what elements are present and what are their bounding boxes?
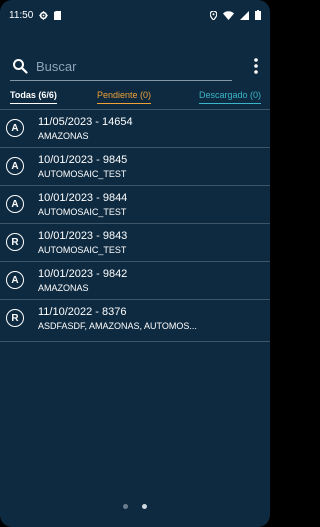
item-subtitle: AUTOMOSAIC_TEST (38, 207, 127, 217)
status-time: 11:50 (9, 9, 34, 21)
list-item[interactable]: A 10/01/2023 - 9844 AUTOMOSAIC_TEST (0, 185, 270, 223)
item-title: 10/01/2023 - 9843 (38, 230, 128, 242)
status-badge: A (6, 271, 24, 289)
status-badge: A (6, 119, 24, 137)
page-dot-1[interactable] (123, 504, 128, 509)
item-title: 11/10/2022 - 8376 (38, 306, 127, 318)
app-screen: 11:50 Buscar Todas (6/6) Pendiente (0) D… (0, 0, 270, 527)
wifi-icon (223, 10, 234, 20)
item-subtitle: AUTOMOSAIC_TEST (38, 245, 127, 255)
location-icon (210, 10, 217, 20)
item-subtitle: ASDFASDF, AMAZONAS, AUTOMOS... (38, 321, 197, 331)
list-item[interactable]: R 11/10/2022 - 8376 ASDFASDF, AMAZONAS, … (0, 299, 270, 342)
list-item[interactable]: A 10/01/2023 - 9845 AUTOMOSAIC_TEST (0, 147, 270, 185)
search-bar[interactable]: Buscar (10, 54, 260, 78)
status-badge: R (6, 233, 24, 251)
filter-tabs: Todas (6/6) Pendiente (0) Descargado (0) (0, 90, 270, 106)
item-title: 10/01/2023 - 9842 (38, 268, 128, 280)
tab-pending[interactable]: Pendiente (0) (97, 90, 152, 104)
item-title: 11/05/2023 - 14654 (38, 116, 133, 128)
item-subtitle: AMAZONAS (38, 283, 89, 293)
status-bar-right (210, 10, 261, 20)
list-item[interactable]: R 10/01/2023 - 9843 AUTOMOSAIC_TEST (0, 223, 270, 261)
item-title: 10/01/2023 - 9844 (38, 192, 128, 204)
signal-icon (240, 10, 249, 20)
more-vert-icon[interactable] (252, 57, 260, 75)
status-badge: A (6, 195, 24, 213)
item-subtitle: AUTOMOSAIC_TEST (38, 169, 127, 179)
page-dot-2[interactable] (142, 504, 147, 509)
page-indicator (0, 504, 270, 509)
list-item[interactable]: A 10/01/2023 - 9842 AMAZONAS (0, 261, 270, 299)
tab-downloaded[interactable]: Descargado (0) (198, 90, 261, 104)
search-underline (10, 80, 232, 81)
status-bar: 11:50 (0, 0, 270, 30)
status-badge: R (6, 309, 24, 327)
search-input[interactable]: Buscar (36, 59, 246, 74)
list-item[interactable]: A 11/05/2023 - 14654 AMAZONAS (0, 109, 270, 147)
search-icon[interactable] (12, 58, 28, 74)
tab-all[interactable]: Todas (6/6) (10, 90, 57, 104)
sim-card-icon (54, 10, 62, 20)
item-title: 10/01/2023 - 9845 (38, 154, 128, 166)
status-badge: A (6, 157, 24, 175)
status-bar-left: 11:50 (9, 9, 62, 21)
item-subtitle: AMAZONAS (38, 131, 89, 141)
settings-icon (39, 10, 49, 20)
battery-icon (255, 10, 261, 20)
order-list: A 11/05/2023 - 14654 AMAZONAS A 10/01/20… (0, 109, 270, 342)
